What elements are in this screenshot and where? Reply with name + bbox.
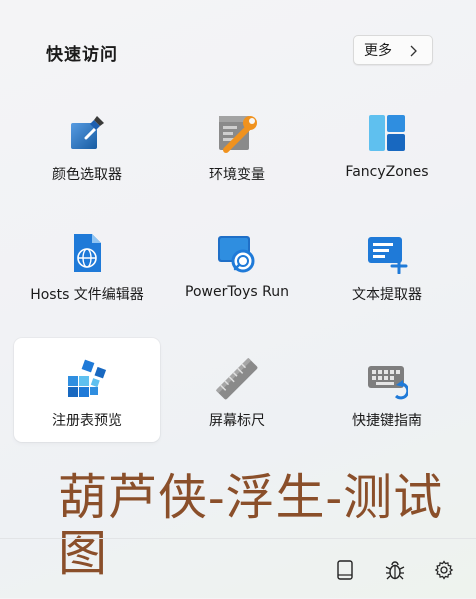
documentation-button[interactable] xyxy=(332,557,358,583)
settings-icon xyxy=(434,560,454,580)
more-button[interactable]: 更多 xyxy=(353,35,433,65)
fancyzones-icon xyxy=(369,115,405,151)
tile-fancyzones[interactable]: FancyZones xyxy=(314,92,460,196)
more-button-label: 更多 xyxy=(364,43,392,59)
tile-label: 注册表预览 xyxy=(52,413,122,429)
report-bug-button[interactable] xyxy=(382,557,408,583)
powertoys-run-icon xyxy=(218,236,255,273)
document-icon xyxy=(337,560,353,580)
screen-ruler-icon xyxy=(216,358,258,400)
shortcut-guide-icon xyxy=(368,366,408,400)
tile-label: PowerToys Run xyxy=(185,284,289,300)
chevron-right-icon xyxy=(410,45,417,57)
hosts-file-editor-icon xyxy=(74,234,101,272)
settings-button[interactable] xyxy=(431,557,457,583)
page-title: 快速访问 xyxy=(46,45,118,65)
tile-registry-preview[interactable]: 注册表预览 xyxy=(14,338,160,442)
color-picker-icon xyxy=(71,116,104,149)
tile-hosts-file-editor[interactable]: Hosts 文件编辑器 xyxy=(14,212,160,316)
flyout-header: 快速访问 更多 xyxy=(0,0,476,100)
tile-environment-variables[interactable]: 环境变量 xyxy=(164,92,310,196)
tile-label: 文本提取器 xyxy=(352,287,422,303)
tile-label: 屏幕标尺 xyxy=(209,413,265,429)
tile-label: FancyZones xyxy=(345,164,429,180)
tile-color-picker[interactable]: 颜色选取器 xyxy=(14,92,160,196)
tile-shortcut-guide[interactable]: 快捷键指南 xyxy=(314,338,460,442)
tile-text-extractor[interactable]: 文本提取器 xyxy=(314,212,460,316)
tile-powertoys-run[interactable]: PowerToys Run xyxy=(164,212,310,316)
environment-variables-icon xyxy=(219,116,257,153)
tile-label: Hosts 文件编辑器 xyxy=(30,287,144,303)
text-extractor-icon xyxy=(368,237,408,274)
registry-preview-icon xyxy=(68,359,107,397)
tile-label: 快捷键指南 xyxy=(352,413,422,429)
tile-screen-ruler[interactable]: 屏幕标尺 xyxy=(164,338,310,442)
tile-label: 环境变量 xyxy=(209,167,265,183)
footer-bar xyxy=(0,538,476,599)
tile-label: 颜色选取器 xyxy=(52,167,122,183)
bug-icon xyxy=(385,561,405,580)
